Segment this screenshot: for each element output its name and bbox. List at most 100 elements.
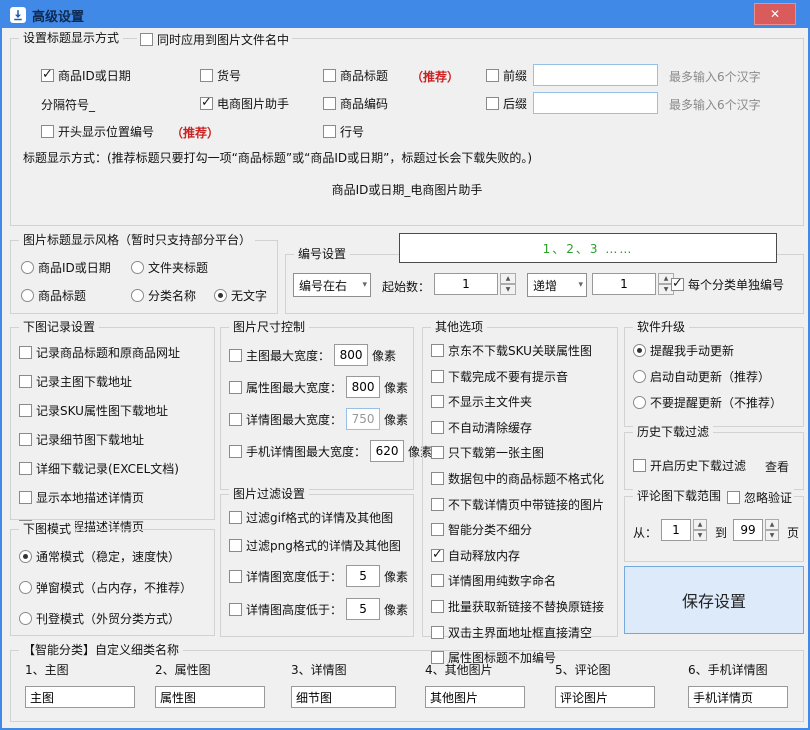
checkbox[interactable] (41, 125, 54, 138)
checkbox-row[interactable]: 数据包中的商品标题不格式化 (431, 470, 613, 487)
radio-row-normal-mode[interactable]: 通常模式（稳定，速度快） (19, 548, 210, 565)
attr-image-width-input[interactable] (346, 376, 381, 398)
to-page-input[interactable] (733, 519, 763, 541)
checkbox-row[interactable]: 显示本地描述详情页 (19, 489, 210, 506)
checkbox[interactable] (431, 599, 444, 613)
checkbox-row-filter-gif[interactable]: 过滤gif格式的详情及其他图 (229, 509, 409, 526)
min-height-input[interactable] (346, 598, 381, 620)
spin-down-button[interactable]: ▼ (765, 530, 779, 541)
spin-down-button[interactable]: ▼ (500, 284, 516, 295)
checkbox[interactable] (19, 491, 32, 504)
close-button[interactable]: ✕ (754, 3, 796, 25)
checkbox-row-auto-release-memory[interactable]: 自动释放内存 (431, 547, 613, 564)
checkbox[interactable] (229, 602, 242, 616)
radio-row-manual-update[interactable]: 提醒我手动更新 (633, 342, 799, 359)
radio[interactable] (21, 289, 34, 302)
start-number-input[interactable] (434, 273, 498, 295)
suffix-input[interactable] (533, 92, 658, 114)
radio[interactable] (131, 261, 144, 274)
mobile-detail-name-input[interactable] (688, 686, 788, 708)
checkbox[interactable] (633, 459, 646, 472)
checkbox-row-mobile-detail-width[interactable]: 手机详情图最大宽度： 像素 (229, 440, 432, 462)
radio-row-product-id[interactable]: 商品ID或日期 (21, 259, 111, 276)
other-image-name-input[interactable] (425, 686, 525, 708)
checkbox-row-attr-image-width[interactable]: 属性图最大宽度： 像素 (229, 376, 409, 398)
checkbox-row[interactable]: 京东不下载SKU关联属性图 (431, 342, 613, 359)
radio-row-auto-update[interactable]: 启动自动更新（推荐） (633, 368, 799, 385)
checkbox-row[interactable]: 详细下载记录(EXCEL文档) (19, 460, 210, 477)
checkbox-row-product-id[interactable]: 商品ID或日期 (41, 67, 131, 84)
checkbox-row-prefix[interactable]: 前缀 (486, 67, 527, 84)
checkbox-row[interactable]: 记录商品标题和原商品网址 (19, 344, 210, 361)
checkbox[interactable] (431, 625, 444, 639)
checkbox[interactable] (229, 444, 242, 458)
radio[interactable] (214, 289, 227, 302)
main-image-name-input[interactable] (25, 686, 135, 708)
checkbox-row[interactable]: 记录SKU属性图下载地址 (19, 402, 210, 419)
checkbox[interactable] (229, 539, 242, 552)
checkbox-row-apply-to-filename[interactable]: 同时应用到图片文件名中 (137, 31, 293, 48)
checkbox-row[interactable]: 记录主图下载地址 (19, 373, 210, 390)
checkbox-row[interactable]: 不下载详情页中带链接的图片 (431, 496, 613, 513)
radio-row-category-name[interactable]: 分类名称 (131, 287, 196, 304)
radio[interactable] (633, 344, 646, 357)
checkbox[interactable] (727, 491, 740, 504)
checkbox[interactable] (19, 346, 32, 359)
step-input[interactable] (592, 273, 656, 295)
checkbox-row[interactable]: 双击主界面地址框直接清空 (431, 624, 613, 641)
radio[interactable] (19, 612, 32, 625)
checkbox-row[interactable]: 记录细节图下载地址 (19, 431, 210, 448)
checkbox-row-detail-image-width[interactable]: 详情图最大宽度： 像素 (229, 408, 409, 430)
view-history-link[interactable]: 查看 (765, 458, 789, 475)
checkbox-row-cargo-no[interactable]: 货号 (200, 67, 241, 84)
min-width-input[interactable] (346, 565, 381, 587)
checkbox-row-min-height[interactable]: 详情图高度低于： 像素 (229, 598, 409, 620)
from-page-input[interactable] (661, 519, 691, 541)
detail-image-name-input[interactable] (291, 686, 396, 708)
detail-image-width-input[interactable] (346, 408, 381, 430)
checkbox-row-ignore-verify[interactable]: 忽略验证 (725, 489, 795, 506)
save-settings-button[interactable]: 保存设置 (624, 566, 804, 634)
checkbox[interactable] (431, 344, 444, 357)
checkbox[interactable] (431, 547, 444, 562)
increment-mode-select[interactable]: 递增 ▾ (527, 273, 587, 297)
spin-down-button[interactable]: ▼ (693, 530, 707, 541)
mobile-detail-width-input[interactable] (370, 440, 405, 462)
checkbox[interactable] (19, 404, 32, 417)
spin-up-button[interactable]: ▲ (500, 273, 516, 284)
checkbox-row[interactable]: 智能分类不细分 (431, 521, 613, 538)
checkbox-row-history-filter[interactable]: 开启历史下载过滤 (633, 457, 746, 474)
numbering-position-select[interactable]: 编号在右 ▾ (293, 273, 371, 297)
radio[interactable] (19, 581, 32, 594)
checkbox[interactable] (140, 33, 153, 46)
checkbox-row-filter-png[interactable]: 过滤png格式的详情及其他图 (229, 537, 409, 554)
checkbox[interactable] (671, 276, 684, 291)
checkbox[interactable] (229, 348, 242, 362)
attr-image-name-input[interactable] (155, 686, 265, 708)
radio-row-no-text[interactable]: 无文字 (214, 287, 267, 304)
checkbox-row[interactable]: 不显示主文件夹 (431, 393, 613, 410)
checkbox-row-assistant[interactable]: 电商图片助手 (200, 95, 289, 112)
spin-up-button[interactable]: ▲ (765, 519, 779, 530)
radio-row-product-title[interactable]: 商品标题 (21, 287, 86, 304)
checkbox[interactable] (431, 497, 444, 511)
checkbox-row-per-category-number[interactable]: 每个分类单独编号 (671, 276, 784, 293)
checkbox-row[interactable]: 不自动清除缓存 (431, 419, 613, 436)
radio[interactable] (633, 396, 646, 409)
checkbox-row-product-title[interactable]: 商品标题 (323, 67, 388, 84)
checkbox[interactable] (229, 380, 242, 394)
checkbox[interactable] (19, 462, 32, 475)
checkbox[interactable] (323, 69, 336, 82)
checkbox[interactable] (431, 574, 444, 588)
checkbox[interactable] (200, 69, 213, 82)
checkbox-row-min-width[interactable]: 详情图宽度低于： 像素 (229, 565, 409, 587)
checkbox[interactable] (431, 523, 444, 537)
checkbox[interactable] (431, 420, 444, 434)
checkbox-row-line-number[interactable]: 行号 (323, 123, 364, 140)
checkbox[interactable] (200, 95, 213, 110)
checkbox[interactable] (41, 67, 54, 82)
checkbox[interactable] (431, 471, 444, 485)
prefix-input[interactable] (533, 64, 658, 86)
checkbox-row[interactable]: 详情图用纯数字命名 (431, 572, 613, 589)
radio-row-no-update-reminder[interactable]: 不要提醒更新（不推荐） (633, 394, 799, 411)
